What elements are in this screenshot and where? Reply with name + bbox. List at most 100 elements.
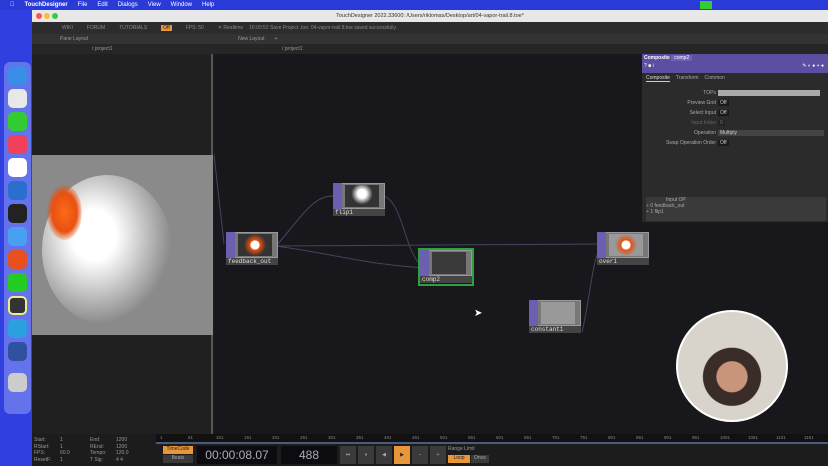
node-comp2[interactable]: comp2 [418,248,474,286]
messages-icon[interactable] [8,112,27,131]
add-pane-button[interactable]: + [275,36,278,42]
forum-link[interactable]: FORUM [87,25,105,31]
ruler-tick: 601 [496,435,504,440]
help-icon[interactable]: ? [644,63,647,69]
menu-window[interactable]: Window [171,2,192,8]
ruler-tick: 1151 [804,435,814,440]
apple-icon[interactable]:  [10,2,15,8]
trash-icon[interactable] [8,373,27,392]
play-reverse-button[interactable]: ◀ [376,446,392,464]
preview-grid-toggle[interactable]: Off [718,100,729,106]
webcam-overlay [676,310,788,422]
label: ResetF: [34,456,52,463]
whatsapp-icon[interactable] [8,273,27,292]
pane-layout-button[interactable]: Pane Layout [60,36,88,42]
node-over1[interactable]: over1 [597,232,649,266]
dock [4,62,31,414]
node-flip1[interactable]: flip1 [333,183,385,217]
zoom-icon[interactable] [52,13,58,19]
input-index: 1 [650,209,654,215]
realtime-toggle[interactable]: ✕ Realtime [218,25,243,31]
step-back-button[interactable]: − [412,446,428,464]
menu-dialogs[interactable]: Dialogs [118,2,138,8]
menu-help[interactable]: Help [202,2,214,8]
beats-button[interactable]: Beats [163,455,193,463]
menu-view[interactable]: View [148,2,161,8]
info-icon[interactable]: i [653,63,654,69]
timeline-bar: Start: 1 End: 1200 RStart: 1 REnd: 1200 FPS: 60… [32,434,828,466]
node-label: feedback_out [226,258,278,265]
tutorials-link[interactable]: TUTORIALS [119,25,147,31]
slack-icon[interactable] [8,158,27,177]
timeline-slider[interactable] [156,442,828,444]
viewer-pane[interactable] [32,54,213,434]
param-tool-icons[interactable]: ✎ ◐ ● + ● [802,63,824,69]
tops-field[interactable] [718,90,820,96]
ruler-tick: 1051 [748,435,759,440]
touchdesigner-icon[interactable] [8,296,27,315]
param-label: Preview Grid [687,100,716,106]
app-menu[interactable]: TouchDesigner [25,2,68,8]
live-icon[interactable] [8,342,27,361]
ruler-tick: 851 [636,435,644,440]
ruler-tick: 51 [188,435,194,440]
music-icon[interactable] [8,135,27,154]
app-icon[interactable] [8,250,27,269]
select-input-toggle[interactable]: Off [718,110,729,116]
minimize-icon[interactable] [44,13,50,19]
wiki-link[interactable]: WIKI [62,25,73,31]
swap-order-toggle[interactable]: Off [718,140,729,146]
facetime-icon[interactable] [700,1,712,9]
render-output [32,155,213,335]
frame-display[interactable]: 488 [281,446,337,464]
step-forward-button[interactable]: + [430,446,446,464]
finder-icon[interactable] [8,66,27,85]
menu-file[interactable]: File [78,2,88,8]
telegram-icon[interactable] [8,319,27,338]
off-toggle[interactable]: Off [161,25,172,31]
mac-menubar:  TouchDesigner File Edit Dialogs View W… [0,0,828,10]
once-button[interactable]: Once [471,455,489,463]
input-row[interactable]: + 1 flip1 [646,209,826,215]
ruler-tick: 101 [216,435,224,440]
loop-button[interactable]: Loop [448,455,470,463]
close-icon[interactable] [36,13,42,19]
range-limit-label: Range Limit [448,446,475,452]
node-feedback-out[interactable]: feedback_out [226,232,278,266]
toolbar: WIKI FORUM TUTORIALS Off FPS: 50 ✕ Realt… [32,22,828,34]
rewind-button[interactable]: ⏮ [340,446,356,464]
ruler-tick: 951 [692,435,700,440]
tab-common[interactable]: Common [705,75,725,82]
input-index-field: 0 [718,120,725,126]
new-layout-button[interactable]: New Layout [238,36,264,42]
op-name-field[interactable]: comp2 [671,55,693,61]
mail-icon[interactable] [8,227,27,246]
python-icon[interactable]: ■ [648,63,651,69]
path-right[interactable]: / project1 [282,46,303,52]
timeline-ruler[interactable]: 1 51 101 151 201 251 301 351 401 451 501 551 601 651 7… [156,434,828,442]
operation-dropdown[interactable]: Multiply [718,130,824,136]
ruler-tick: 151 [244,435,252,440]
resetf-field[interactable]: 1 [60,457,90,464]
input-name: flip1 [654,209,664,215]
tsig-field[interactable]: 4 4 [116,457,146,464]
ruler-tick: 451 [412,435,420,440]
parameter-panel: Composite comp2 ? ■ i ✎ ◐ ● + ● Composit… [642,54,828,222]
tab-composite[interactable]: Composite [646,75,670,82]
vscode-icon[interactable] [8,181,27,200]
menu-edit[interactable]: Edit [97,2,107,8]
node-constant1[interactable]: constant1 [529,300,581,334]
param-label: TOPs [703,90,716,96]
figma-icon[interactable] [8,204,27,223]
realtime-label: Realtime [223,25,244,31]
chrome-icon[interactable] [8,89,27,108]
timecode-button[interactable]: TimeCode [163,446,193,454]
path-left[interactable]: / project1 [92,46,113,52]
tab-transform[interactable]: Transform [676,75,699,82]
param-label: Select Input [689,110,716,116]
pause-button[interactable]: ⏸ [358,446,374,464]
timecode-display[interactable]: 00:00:08.07 [197,446,277,464]
ruler-tick: 351 [356,435,364,440]
play-button[interactable]: ▶ [394,446,410,464]
ruler-tick: 401 [384,435,392,440]
